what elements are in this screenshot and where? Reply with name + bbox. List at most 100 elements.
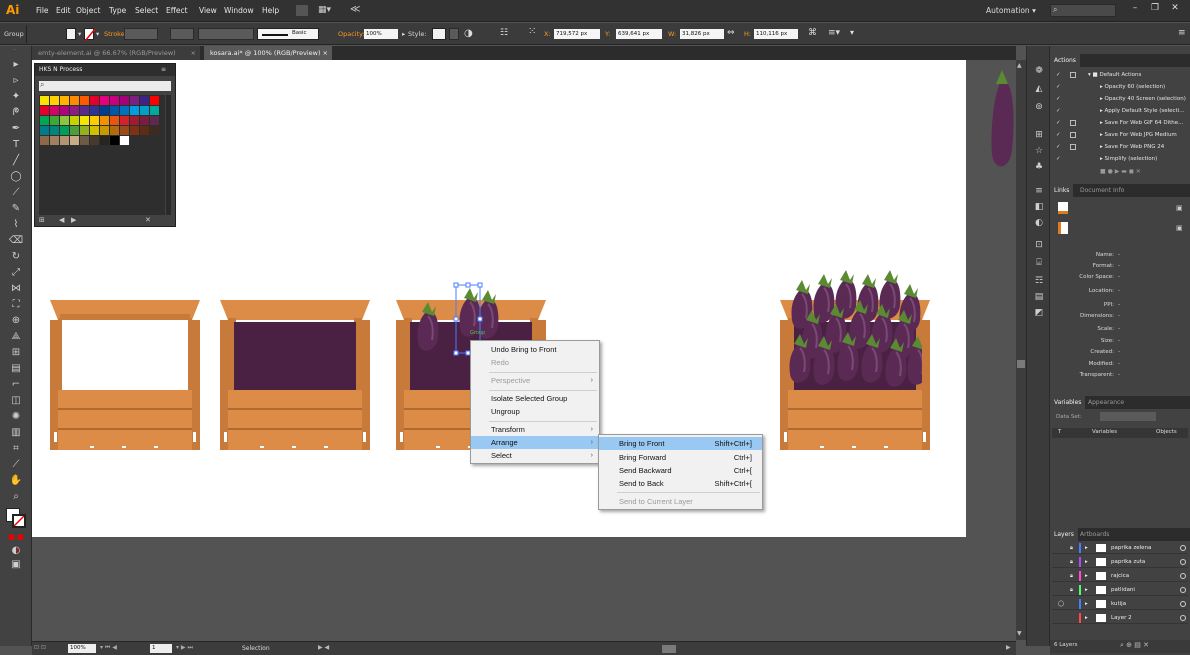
target-icon[interactable] xyxy=(1180,573,1186,579)
opacity-dropdown-icon[interactable]: ▸ xyxy=(402,30,405,38)
menu-item-bring-forward[interactable]: Bring Forward Ctrl+] xyxy=(599,451,762,464)
action-row[interactable]: ✓ ▸ Simplify (selection) xyxy=(1052,154,1188,164)
menu-select[interactable]: Select xyxy=(135,6,158,15)
action-row[interactable]: ✓ ▸ Opacity 60 (selection) xyxy=(1052,82,1188,92)
graphic-style-swatch[interactable] xyxy=(432,28,446,40)
zoom-dropdown-icon[interactable]: ▾ ⏮ ◀ xyxy=(100,644,117,652)
artboard-next-icon[interactable]: ▾ ▶ ⏭ xyxy=(176,644,193,652)
swatch[interactable] xyxy=(60,136,69,145)
graphic-styles-icon[interactable]: ♣ xyxy=(1033,162,1045,173)
symbol-sprayer-tool-icon[interactable]: ✺ xyxy=(5,410,27,424)
expand-icon[interactable]: ▸ xyxy=(1085,584,1088,596)
swatch[interactable] xyxy=(70,126,79,135)
layer-row[interactable]: ▸ Layer 2 xyxy=(1052,612,1188,624)
stroke-swatch[interactable] xyxy=(84,28,95,41)
menu-item-bring-to-front[interactable]: Bring to Front Shift+Ctrl+] xyxy=(599,437,762,450)
layer-row[interactable]: 🔒︎ ▸ paprika zelena xyxy=(1052,542,1188,554)
swatch[interactable] xyxy=(140,116,149,125)
status-arrow-icon[interactable]: ▶ ◀ xyxy=(318,644,329,651)
menu-view[interactable]: View xyxy=(199,6,217,15)
action-row[interactable]: ✓ ▸ Opacity 40 Screen (selection) xyxy=(1052,94,1188,104)
menu-type[interactable]: Type xyxy=(109,6,126,15)
swatch[interactable] xyxy=(80,96,89,105)
fill-swatch[interactable] xyxy=(66,28,76,40)
actions-footer-icons[interactable]: ■ ● ▶ ▬ ◼ ✕ xyxy=(1100,168,1141,175)
menu-object[interactable]: Object xyxy=(76,6,100,15)
swatch-panel-header[interactable]: HKS N Process ≡ xyxy=(35,64,175,76)
scroll-down-icon[interactable]: ▼ xyxy=(1017,630,1022,637)
shape-builder-tool-icon[interactable]: ⊕ xyxy=(5,314,27,328)
blob-brush-tool-icon[interactable]: ⌇ xyxy=(5,218,27,232)
eraser-tool-icon[interactable]: ⌫ xyxy=(5,234,27,248)
transparency-icon[interactable]: ◐ xyxy=(1033,218,1045,229)
swatch[interactable] xyxy=(70,96,79,105)
action-row[interactable]: ✓ ▸ Save For Web JPG Medium xyxy=(1052,130,1188,140)
expand-icon[interactable]: ▸ xyxy=(1085,612,1088,624)
x-label[interactable]: X: xyxy=(544,30,551,38)
color-guide-icon[interactable]: ◭ xyxy=(1033,84,1045,95)
link-thumbnail[interactable] xyxy=(1058,222,1068,234)
swatch[interactable] xyxy=(70,106,79,115)
perspective-grid-tool-icon[interactable]: ⟁ xyxy=(5,330,27,344)
tools-icon[interactable]: ✕ xyxy=(145,216,151,224)
expand-icon[interactable]: ▸ xyxy=(1085,598,1088,610)
lock-icon[interactable]: 🔒︎ xyxy=(1070,556,1073,568)
swatch[interactable] xyxy=(150,116,159,125)
lock-icon[interactable]: 🔒︎ xyxy=(1070,570,1073,582)
swatch[interactable] xyxy=(90,136,99,145)
menu-help[interactable]: Help xyxy=(262,6,279,15)
swatch[interactable] xyxy=(150,96,159,105)
swatch[interactable] xyxy=(120,136,129,145)
control-more-icon[interactable]: ▾ xyxy=(850,28,854,37)
opacity-field[interactable]: 100% xyxy=(364,29,398,39)
swatch[interactable] xyxy=(150,106,159,115)
swatch[interactable] xyxy=(70,136,79,145)
transform-icon[interactable]: ⌘ xyxy=(808,28,817,38)
swatch[interactable] xyxy=(90,96,99,105)
pathfinder-icon[interactable]: ☶ xyxy=(1033,276,1045,287)
tab-close-icon[interactable]: × xyxy=(323,46,328,60)
align-icon[interactable]: ☷ xyxy=(500,28,508,38)
target-icon[interactable] xyxy=(1180,545,1186,551)
menu-item-send-to-back[interactable]: Send to Back Shift+Ctrl+[ xyxy=(599,477,762,490)
hand-tool-icon[interactable]: ✋ xyxy=(5,474,27,488)
artboards-panel-icon[interactable]: ◩ xyxy=(1033,308,1045,319)
swatch[interactable] xyxy=(70,116,79,125)
constrain-proportions-icon[interactable]: ⇔ xyxy=(727,28,735,38)
drawing-mode-icon[interactable]: ◐ xyxy=(5,544,27,558)
swatch[interactable] xyxy=(130,96,139,105)
menu-item-select[interactable]: Select › xyxy=(471,449,599,462)
swatch[interactable] xyxy=(110,106,119,115)
swatch[interactable] xyxy=(100,116,109,125)
scroll-up-icon[interactable]: ▲ xyxy=(1017,62,1022,69)
swatch[interactable] xyxy=(110,136,119,145)
line-tool-icon[interactable]: ╱ xyxy=(5,154,27,168)
prev-icon[interactable]: ◀ xyxy=(59,216,64,224)
gpu-icon[interactable]: ≪ xyxy=(350,4,360,15)
tab-document-info[interactable]: Document Info xyxy=(1076,184,1128,197)
swatch[interactable] xyxy=(120,116,129,125)
layer-row[interactable]: 🔒︎ ▸ patlidani xyxy=(1052,584,1188,596)
recolor-artwork-icon[interactable]: ◑ xyxy=(464,28,473,39)
swatch[interactable] xyxy=(110,126,119,135)
menu-effect[interactable]: Effect xyxy=(166,6,188,15)
menu-item-arrange[interactable]: Arrange › xyxy=(471,436,599,449)
fill-dropdown-icon[interactable]: ▾ xyxy=(78,30,81,38)
swatch[interactable] xyxy=(60,116,69,125)
swatch[interactable] xyxy=(120,96,129,105)
swatch[interactable] xyxy=(140,126,149,135)
arrange-documents-icon[interactable]: ▦▾ xyxy=(318,5,338,16)
panel-menu-icon[interactable]: ≡ xyxy=(161,66,166,73)
swatch[interactable] xyxy=(120,126,129,135)
h-field[interactable]: 110,116 px xyxy=(754,29,798,39)
selection-tool-icon[interactable]: ▸ xyxy=(5,58,27,72)
help-search-input[interactable]: ⌕ xyxy=(1050,4,1116,17)
h-label[interactable]: H: xyxy=(744,30,751,38)
swatch[interactable] xyxy=(50,106,59,115)
stroke-profile-dropdown[interactable] xyxy=(198,28,254,40)
rotate-tool-icon[interactable]: ↻ xyxy=(5,250,27,264)
isolate-group-icon[interactable]: ≡▾ xyxy=(828,28,840,38)
swatch[interactable] xyxy=(40,106,49,115)
opacity-label[interactable]: Opacity: xyxy=(338,30,365,38)
gradient-tool-icon[interactable]: ▤ xyxy=(5,362,27,376)
